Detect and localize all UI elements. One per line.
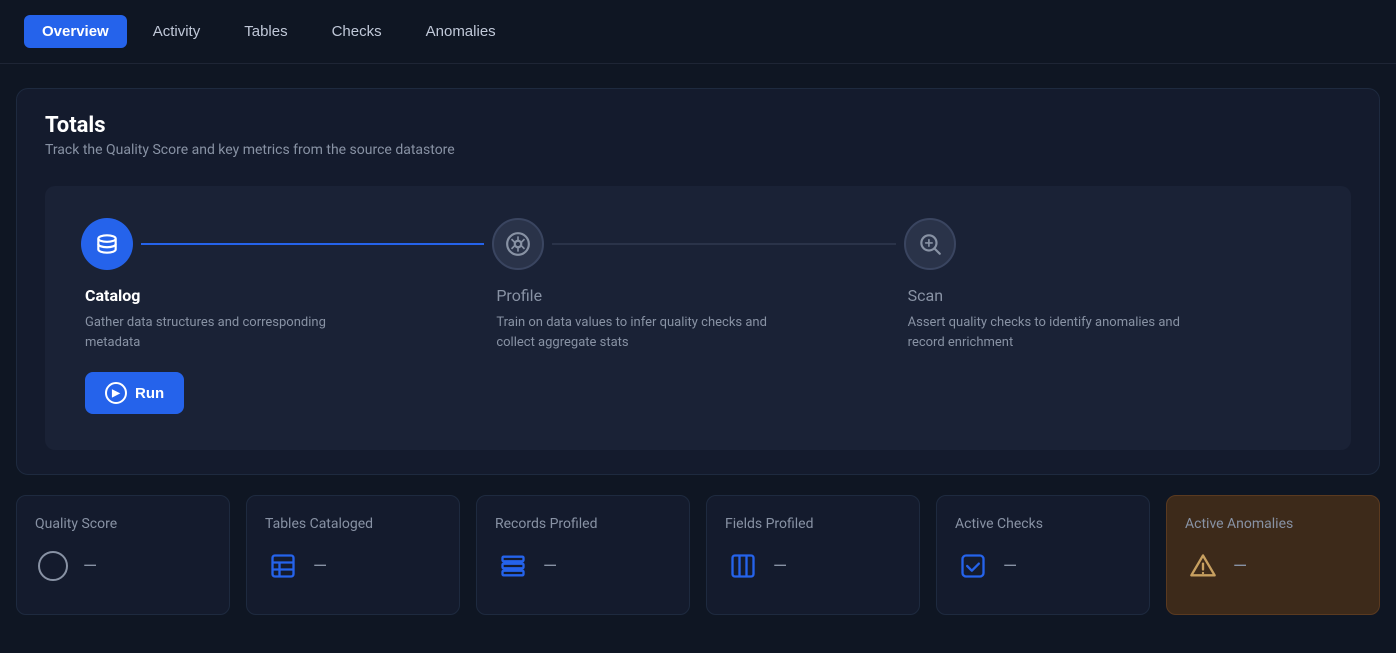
records-profiled-label: Records Profiled bbox=[495, 516, 671, 532]
tables-cataloged-icon bbox=[265, 548, 301, 584]
active-checks-label: Active Checks bbox=[955, 516, 1131, 532]
scan-icon-circle bbox=[904, 218, 956, 270]
metric-records-profiled: Records Profiled — bbox=[476, 495, 690, 615]
fields-profiled-label: Fields Profiled bbox=[725, 516, 901, 532]
step-catalog-header bbox=[81, 218, 492, 270]
active-checks-icon bbox=[955, 548, 991, 584]
top-navigation: Overview Activity Tables Checks Anomalie… bbox=[0, 0, 1396, 64]
metric-fields-profiled: Fields Profiled — bbox=[706, 495, 920, 615]
metric-tables-cataloged: Tables Cataloged — bbox=[246, 495, 460, 615]
main-content: Totals Track the Quality Score and key m… bbox=[0, 64, 1396, 639]
catalog-step-desc: Gather data structures and corresponding… bbox=[85, 313, 365, 352]
table-icon bbox=[269, 552, 297, 580]
active-anomalies-value-row: — bbox=[1185, 548, 1361, 584]
quality-score-value-row: — bbox=[35, 548, 211, 584]
totals-title: Totals bbox=[45, 113, 1351, 138]
totals-card: Totals Track the Quality Score and key m… bbox=[16, 88, 1380, 475]
records-profiled-icon bbox=[495, 548, 531, 584]
nav-anomalies[interactable]: Anomalies bbox=[408, 15, 514, 48]
catalog-icon bbox=[94, 231, 120, 257]
run-btn-label: Run bbox=[135, 385, 164, 402]
run-button[interactable]: ▶ Run bbox=[85, 372, 184, 414]
profile-icon-circle bbox=[492, 218, 544, 270]
scan-step-name: Scan bbox=[908, 286, 1188, 305]
connector-catalog-profile bbox=[141, 243, 484, 245]
catalog-step-name: Catalog bbox=[85, 286, 365, 305]
totals-subtitle: Track the Quality Score and key metrics … bbox=[45, 142, 1351, 158]
profile-step-desc: Train on data values to infer quality ch… bbox=[496, 313, 776, 352]
records-profiled-value-row: — bbox=[495, 548, 671, 584]
catalog-body: Catalog Gather data structures and corre… bbox=[81, 286, 365, 414]
check-icon bbox=[959, 552, 987, 580]
tables-cataloged-value-row: — bbox=[265, 548, 441, 584]
active-anomalies-label: Active Anomalies bbox=[1185, 516, 1361, 532]
pipeline-step-profile: Profile Train on data values to infer qu… bbox=[492, 218, 903, 352]
scan-step-desc: Assert quality checks to identify anomal… bbox=[908, 313, 1188, 352]
metric-active-anomalies: Active Anomalies — bbox=[1166, 495, 1380, 615]
active-checks-value-row: — bbox=[955, 548, 1131, 584]
tables-cataloged-label: Tables Cataloged bbox=[265, 516, 441, 532]
pipeline-step-scan: Scan Assert quality checks to identify a… bbox=[904, 218, 1315, 352]
scan-body: Scan Assert quality checks to identify a… bbox=[904, 286, 1188, 352]
step-scan-header bbox=[904, 218, 1315, 270]
connector-profile-scan bbox=[552, 243, 895, 245]
profile-body: Profile Train on data values to infer qu… bbox=[492, 286, 776, 352]
nav-overview[interactable]: Overview bbox=[24, 15, 127, 48]
metric-quality-score: Quality Score — bbox=[16, 495, 230, 615]
catalog-icon-circle bbox=[81, 218, 133, 270]
records-profiled-value: — bbox=[543, 556, 557, 577]
run-play-icon: ▶ bbox=[105, 382, 127, 404]
scan-icon bbox=[917, 231, 943, 257]
fields-profiled-icon bbox=[725, 548, 761, 584]
profile-icon bbox=[505, 231, 531, 257]
fields-profiled-value: — bbox=[773, 556, 787, 577]
nav-activity[interactable]: Activity bbox=[135, 15, 219, 48]
warning-icon bbox=[1189, 552, 1217, 580]
metric-active-checks: Active Checks — bbox=[936, 495, 1150, 615]
records-icon bbox=[499, 552, 527, 580]
quality-score-icon bbox=[35, 548, 71, 584]
quality-score-value: — bbox=[83, 556, 97, 577]
quality-score-label: Quality Score bbox=[35, 516, 211, 532]
fields-profiled-value-row: — bbox=[725, 548, 901, 584]
active-anomalies-icon bbox=[1185, 548, 1221, 584]
nav-checks[interactable]: Checks bbox=[314, 15, 400, 48]
step-profile-header bbox=[492, 218, 903, 270]
metrics-row: Quality Score — Tables Cataloged bbox=[16, 495, 1380, 615]
active-anomalies-value: — bbox=[1233, 556, 1247, 577]
tables-cataloged-value: — bbox=[313, 556, 327, 577]
nav-tables[interactable]: Tables bbox=[226, 15, 305, 48]
fields-icon bbox=[729, 552, 757, 580]
active-checks-value: — bbox=[1003, 556, 1017, 577]
profile-step-name: Profile bbox=[496, 286, 776, 305]
pipeline-container: Catalog Gather data structures and corre… bbox=[45, 186, 1351, 450]
pipeline-step-catalog: Catalog Gather data structures and corre… bbox=[81, 218, 492, 414]
